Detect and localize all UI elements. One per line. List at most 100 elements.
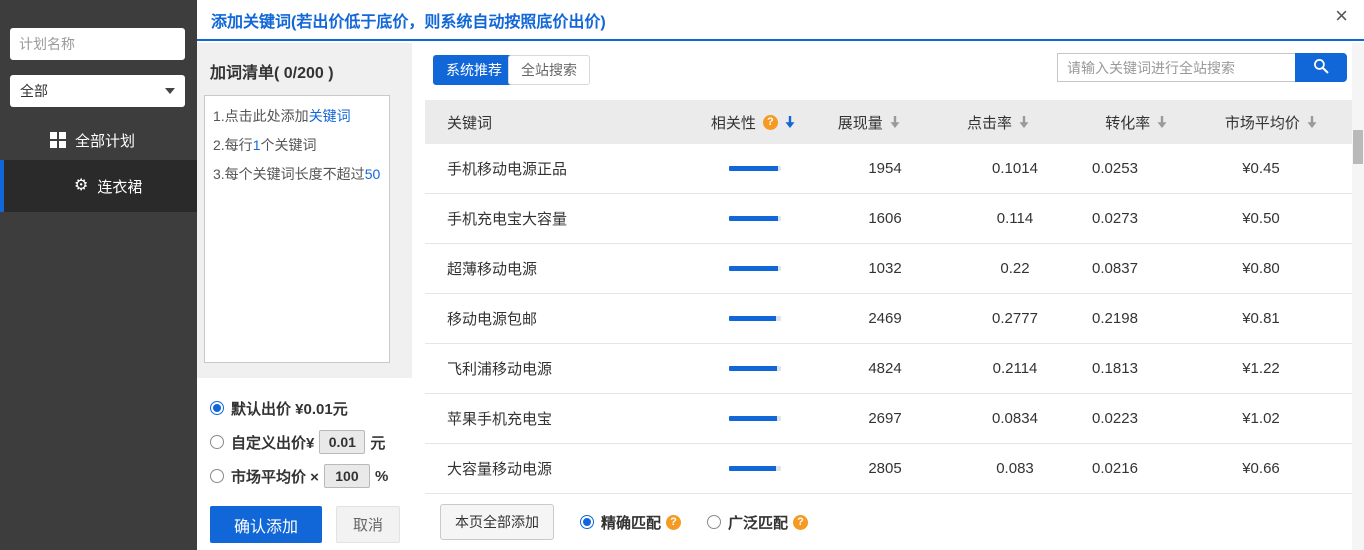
relevance-bar: [710, 266, 800, 271]
price-cell: ¥0.81: [1170, 310, 1352, 327]
radio-custom-bid[interactable]: [210, 435, 224, 449]
bid-option-suffix: 元: [370, 432, 385, 453]
cvr-cell: 0.0273: [1060, 210, 1170, 227]
table-row[interactable]: 苹果手机充电宝 2697 0.0834 0.0223 ¥1.02: [425, 394, 1352, 444]
impressions-cell: 1032: [800, 260, 970, 277]
table-row[interactable]: 手机充电宝大容量 1606 0.114 0.0273 ¥0.50: [425, 194, 1352, 244]
ctr-cell: 0.2777: [970, 310, 1060, 327]
table-row[interactable]: 手机移动电源正品 1954 0.1014 0.0253 ¥0.45: [425, 144, 1352, 194]
sidebar-item-label: 连衣裙: [97, 176, 142, 197]
keyword-list-panel: 加词清单( 0/200 ) 1.点击此处添加关键词 2.每行1个关键词 3.每个…: [197, 43, 412, 550]
add-all-button[interactable]: 本页全部添加: [440, 504, 554, 540]
ctr-cell: 0.1014: [970, 160, 1060, 177]
confirm-add-button[interactable]: 确认添加: [210, 506, 322, 543]
plan-filter-value: 全部: [20, 81, 48, 101]
keyword-cell: 超薄移动电源: [425, 258, 710, 279]
column-header-market-price[interactable]: 市场平均价: [1190, 112, 1352, 133]
bid-option-label: 默认出价 ¥0.01元: [231, 398, 348, 419]
bid-option-market: 市场平均价 × %: [210, 466, 412, 486]
impressions-cell: 2805: [800, 460, 970, 477]
bid-option-custom: 自定义出价¥ 元: [210, 432, 412, 452]
cvr-cell: 0.1813: [1060, 360, 1170, 377]
plan-search-input[interactable]: [11, 36, 208, 52]
vertical-scrollbar[interactable]: [1352, 43, 1364, 550]
sort-down-icon[interactable]: [1019, 116, 1029, 128]
match-option-label: 精确匹配: [601, 512, 661, 533]
plan-search-box: [10, 28, 185, 60]
instruction-line: 1.点击此处添加关键词: [213, 106, 381, 126]
dialog-header: 添加关键词(若出价低于底价，则系统自动按照底价出价): [197, 0, 1364, 41]
radio-exact-match[interactable]: [580, 515, 594, 529]
impressions-cell: 1954: [800, 160, 970, 177]
sort-down-icon[interactable]: [1307, 116, 1317, 128]
sort-down-icon[interactable]: [1157, 116, 1167, 128]
impressions-cell: 2697: [800, 410, 970, 427]
sidebar-item-all-plans[interactable]: 全部计划: [0, 122, 197, 158]
sidebar-item-dress-plan[interactable]: ⚙ 连衣裙: [0, 160, 197, 212]
table-row[interactable]: 飞利浦移动电源 4824 0.2114 0.1813 ¥1.22: [425, 344, 1352, 394]
plan-filter-dropdown[interactable]: 全部: [10, 75, 185, 107]
keyword-search-button[interactable]: [1295, 53, 1347, 82]
keyword-cell: 飞利浦移动电源: [425, 358, 710, 379]
impressions-cell: 1606: [800, 210, 970, 227]
match-option-label: 广泛匹配: [728, 512, 788, 533]
radio-broad-match[interactable]: [707, 515, 721, 529]
column-header-ctr[interactable]: 点击率: [913, 112, 1082, 133]
keyword-list-header: 加词清单( 0/200 ): [197, 43, 412, 83]
custom-bid-input[interactable]: [319, 430, 365, 454]
keyword-cell: 移动电源包邮: [425, 308, 710, 329]
column-header-impressions[interactable]: 展现量: [824, 112, 913, 133]
help-icon[interactable]: [793, 515, 808, 530]
keyword-cell: 手机移动电源正品: [425, 158, 710, 179]
column-header-relevance[interactable]: 相关性: [682, 112, 825, 133]
cvr-cell: 0.0216: [1060, 460, 1170, 477]
price-cell: ¥0.50: [1170, 210, 1352, 227]
match-option-broad: 广泛匹配: [707, 512, 808, 533]
table-header-row: 关键词 相关性 展现量 点击率: [425, 100, 1352, 144]
instruction-line: 3.每个关键词长度不超过50: [213, 164, 381, 184]
keyword-cell: 手机充电宝大容量: [425, 208, 710, 229]
price-cell: ¥0.45: [1170, 160, 1352, 177]
radio-default-bid[interactable]: [210, 401, 224, 415]
sort-down-icon[interactable]: [890, 116, 900, 128]
table-body: 手机移动电源正品 1954 0.1014 0.0253 ¥0.45 手机充电宝大…: [425, 144, 1352, 494]
relevance-bar: [710, 366, 800, 371]
keyword-search-box: [1057, 53, 1347, 82]
cvr-cell: 0.0837: [1060, 260, 1170, 277]
keyword-search-input[interactable]: [1057, 53, 1295, 82]
relevance-bar: [710, 216, 800, 221]
ctr-cell: 0.2114: [970, 360, 1060, 377]
help-icon[interactable]: [666, 515, 681, 530]
bid-options-section: 默认出价 ¥0.01元 自定义出价¥ 元 市场平均价 × % 确认添加 取消: [197, 378, 412, 550]
table-row[interactable]: 大容量移动电源 2805 0.083 0.0216 ¥0.66: [425, 444, 1352, 494]
relevance-bar: [710, 416, 800, 421]
relevance-bar: [710, 466, 800, 471]
table-row[interactable]: 超薄移动电源 1032 0.22 0.0837 ¥0.80: [425, 244, 1352, 294]
tab-site-search[interactable]: 全站搜索: [508, 55, 590, 85]
keyword-textarea[interactable]: 1.点击此处添加关键词 2.每行1个关键词 3.每个关键词长度不超过50: [204, 95, 390, 363]
gear-icon: ⚙: [74, 178, 88, 194]
price-cell: ¥1.22: [1170, 360, 1352, 377]
plans-sidebar: 全部 全部计划 ⚙ 连衣裙: [0, 0, 197, 550]
relevance-bar: [710, 166, 800, 171]
sort-down-icon[interactable]: [785, 116, 795, 128]
cancel-button[interactable]: 取消: [336, 506, 400, 543]
bid-option-default: 默认出价 ¥0.01元: [210, 398, 412, 418]
tab-system-recommend[interactable]: 系统推荐: [433, 55, 515, 85]
table-footer: 本页全部添加 精确匹配 广泛匹配: [425, 494, 1352, 550]
column-header-keyword: 关键词: [425, 112, 682, 133]
search-icon: [1313, 58, 1329, 77]
help-icon[interactable]: [763, 115, 778, 130]
scrollbar-thumb[interactable]: [1353, 130, 1363, 164]
cvr-cell: 0.2198: [1060, 310, 1170, 327]
dialog-title: 添加关键词(若出价低于底价，则系统自动按照底价出价): [211, 8, 606, 32]
chevron-down-icon: [165, 88, 175, 94]
ctr-cell: 0.22: [970, 260, 1060, 277]
radio-market-bid[interactable]: [210, 469, 224, 483]
table-row[interactable]: 移动电源包邮 2469 0.2777 0.2198 ¥0.81: [425, 294, 1352, 344]
close-icon[interactable]: ×: [1335, 5, 1348, 27]
market-percent-input[interactable]: [324, 464, 370, 488]
price-cell: ¥0.80: [1170, 260, 1352, 277]
column-header-cvr[interactable]: 转化率: [1083, 112, 1190, 133]
grid-icon: [50, 132, 66, 148]
